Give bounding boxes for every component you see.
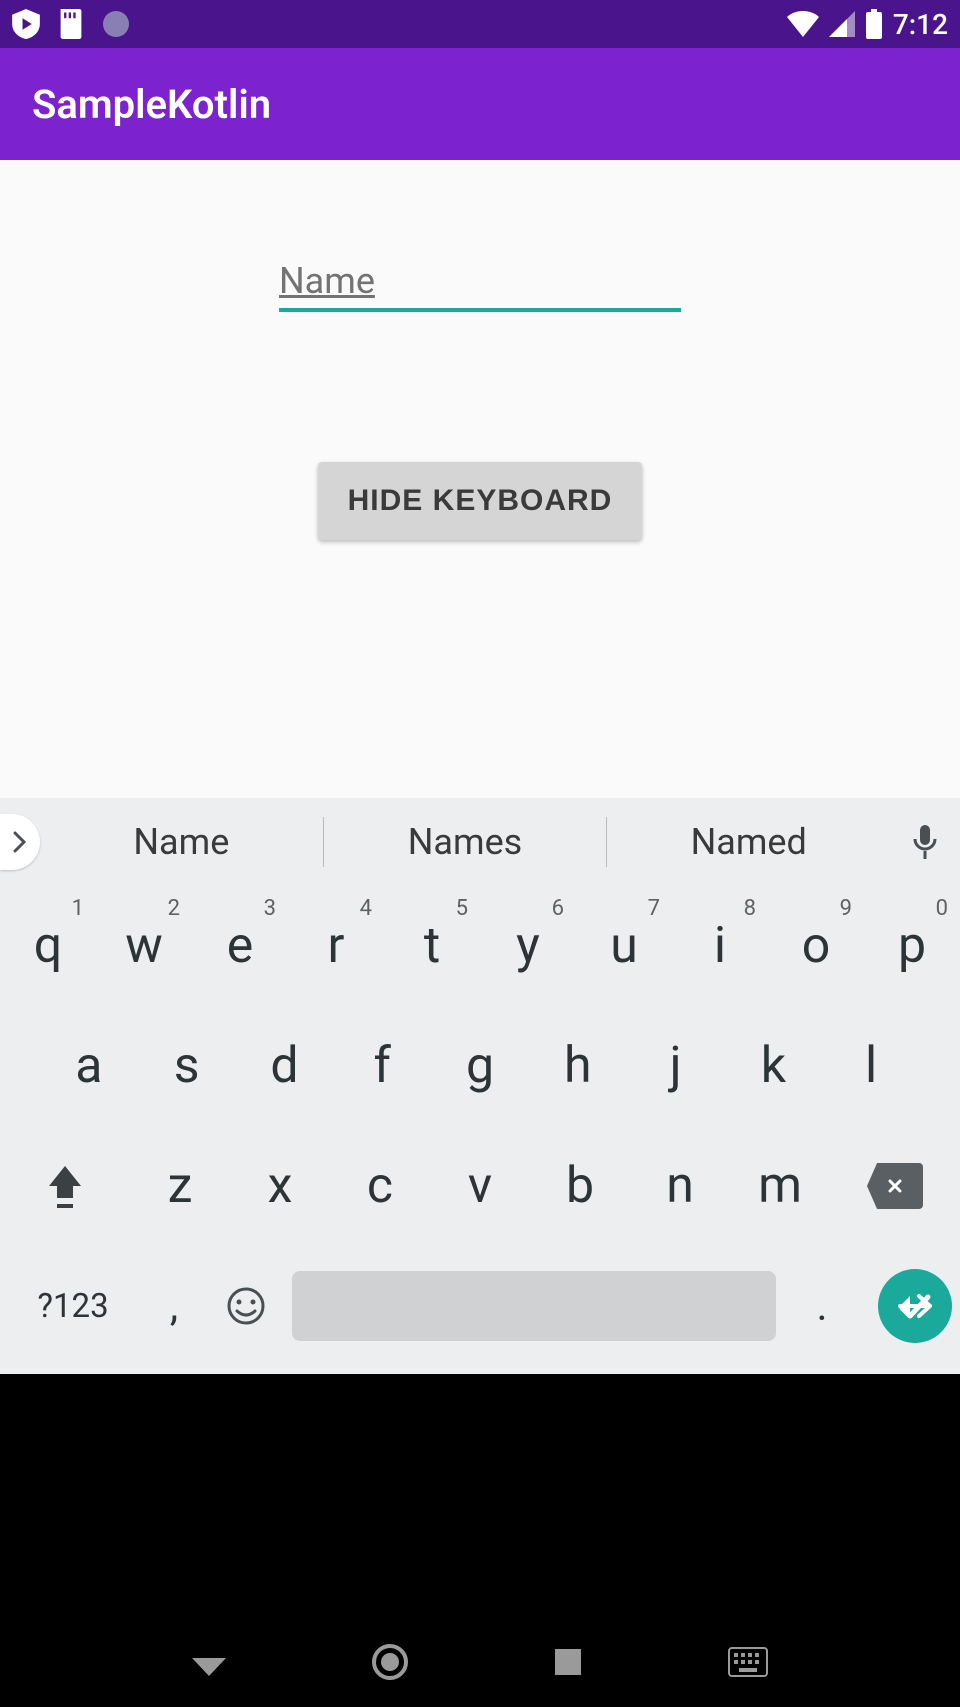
sd-card-icon [58,9,84,39]
key-q[interactable]: q1 [0,886,96,1006]
shift-key[interactable] [0,1126,130,1246]
navigation-bar [0,1617,960,1707]
key-r[interactable]: r4 [288,886,384,1006]
hide-keyboard-button[interactable]: HIDE KEYBOARD [318,462,643,540]
emoji-key[interactable] [210,1286,282,1326]
key-v[interactable]: v [430,1126,530,1246]
name-hint: Name [279,260,375,302]
enter-key[interactable] [878,1269,952,1343]
symbols-key[interactable]: ?123 [8,1287,138,1326]
suggestion-3[interactable]: Named [607,821,890,863]
key-e[interactable]: e3 [192,886,288,1006]
key-i[interactable]: i8 [672,886,768,1006]
key-w[interactable]: w2 [96,886,192,1006]
keyboard-row-2: a s d f g h j k l [0,1006,960,1126]
period-key[interactable]: . [786,1282,858,1331]
keyboard-row-1: q1 w2 e3 r4 t5 y6 u7 i8 o9 p0 [0,886,960,1006]
main-content: Name HIDE KEYBOARD [0,160,960,798]
suggestion-bar: Name Names Named [0,798,960,886]
voice-input-button[interactable] [890,823,960,861]
wifi-icon [787,11,819,37]
battery-icon [865,9,883,39]
key-d[interactable]: d [236,1006,334,1126]
back-button[interactable] [192,1648,226,1676]
key-o[interactable]: o9 [768,886,864,1006]
backspace-key[interactable] [830,1126,960,1246]
key-a[interactable]: a [40,1006,138,1126]
comma-key[interactable]: , [138,1282,210,1331]
key-l[interactable]: l [822,1006,920,1126]
key-t[interactable]: t5 [384,886,480,1006]
key-y[interactable]: y6 [480,886,576,1006]
key-c[interactable]: c [330,1126,430,1246]
keyboard-row-3: z x c v b n m [0,1126,960,1246]
expand-suggestions-button[interactable] [0,814,40,870]
key-j[interactable]: j [627,1006,725,1126]
keyboard-switch-button[interactable] [728,1647,768,1677]
key-x[interactable]: x [230,1126,330,1246]
key-b[interactable]: b [530,1126,630,1246]
status-bar: 7:12 [0,0,960,48]
key-p[interactable]: p0 [864,886,960,1006]
home-button[interactable] [371,1643,409,1681]
key-f[interactable]: f [333,1006,431,1126]
clock-time: 7:12 [893,8,948,41]
suggestion-1[interactable]: Name [40,821,323,863]
key-z[interactable]: z [130,1126,230,1246]
space-key[interactable] [292,1271,776,1341]
key-h[interactable]: h [529,1006,627,1126]
suggestion-2[interactable]: Names [324,821,607,863]
key-g[interactable]: g [431,1006,529,1126]
keyboard-row-4: ?123 , . [0,1246,960,1366]
key-n[interactable]: n [630,1126,730,1246]
app-bar: SampleKotlin [0,48,960,160]
key-k[interactable]: k [724,1006,822,1126]
name-field[interactable]: Name [279,260,681,312]
circle-icon [102,10,130,38]
key-m[interactable]: m [730,1126,830,1246]
cell-signal-icon [829,11,855,37]
key-s[interactable]: s [138,1006,236,1126]
app-title: SampleKotlin [32,81,271,128]
recents-button[interactable] [553,1647,583,1677]
key-u[interactable]: u7 [576,886,672,1006]
soft-keyboard: Name Names Named q1 w2 e3 r4 t5 y6 u7 i8… [0,798,960,1374]
play-protect-icon [12,9,40,39]
